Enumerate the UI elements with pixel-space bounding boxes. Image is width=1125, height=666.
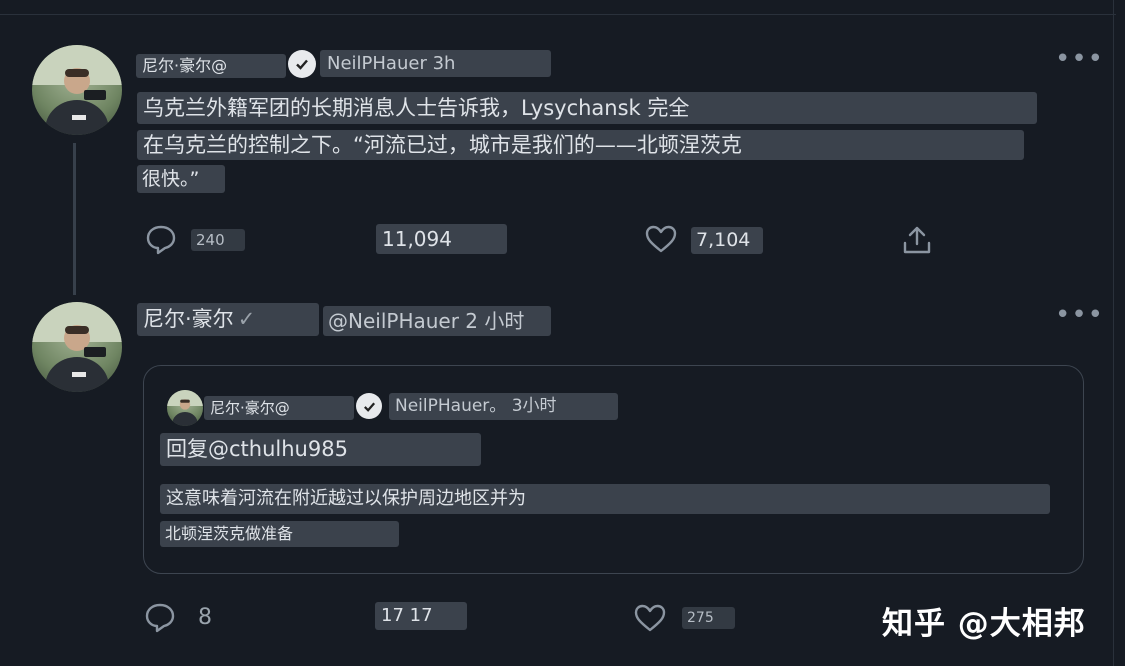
display-name-text: 尼尔·豪尔 (143, 307, 234, 331)
display-name[interactable]: 尼尔·豪尔@ (136, 54, 286, 78)
quoted-display-name: 尼尔·豪尔@ (204, 396, 354, 420)
quoted-text-line-2: 北顿涅茨克做准备 (160, 521, 399, 547)
handle-time[interactable]: NeilPHauer 3h (320, 50, 551, 77)
quoted-avatar-photo (167, 390, 203, 426)
thread-connector (73, 143, 76, 295)
more-icon[interactable]: ••• (1055, 46, 1104, 72)
watermark: 知乎 @大相邦 (882, 606, 1086, 642)
more-icon[interactable]: ••• (1055, 302, 1104, 328)
quoted-text-line-1: 这意味着河流在附近越过以保护周边地区并为 (160, 484, 1050, 514)
display-name[interactable]: 尼尔·豪尔 ✓ (137, 303, 319, 336)
retweet-count[interactable]: 17 17 (375, 602, 467, 630)
tweet-text-line-3: 很快。” (137, 165, 225, 193)
share-icon[interactable] (901, 224, 933, 256)
handle-time[interactable]: @NeilPHauer 2 小时 (323, 306, 551, 336)
right-divider (1113, 0, 1114, 666)
top-divider (0, 14, 1116, 15)
reply-icon[interactable] (145, 223, 177, 255)
avatar-photo (32, 302, 122, 392)
tweet-text-line-2: 在乌克兰的控制之下。“河流已过，城市是我们的——北顿涅茨克 (137, 130, 1024, 160)
reply-count: 240 (191, 229, 245, 251)
like-icon[interactable] (634, 603, 666, 633)
like-count: 7,104 (691, 227, 763, 254)
quoted-reply-to[interactable]: 回复@cthulhu985 (160, 433, 481, 466)
tweet-text-line-1: 乌克兰外籍军团的长期消息人士告诉我，Lysychansk 完全 (137, 92, 1037, 124)
avatar[interactable] (32, 302, 122, 392)
reply-count: 8 (198, 605, 212, 630)
like-icon[interactable] (645, 224, 677, 254)
verified-mark: ✓ (237, 307, 256, 331)
avatar[interactable] (32, 45, 122, 135)
verified-icon (356, 393, 382, 419)
like-count: 275 (682, 607, 735, 629)
reply-icon[interactable] (144, 601, 176, 633)
retweet-count[interactable]: 11,094 (376, 224, 507, 254)
quoted-handle-time: NeilPHauer。 3小时 (389, 393, 618, 420)
verified-icon (288, 50, 316, 78)
quoted-avatar (167, 390, 203, 426)
avatar-photo (32, 45, 122, 135)
